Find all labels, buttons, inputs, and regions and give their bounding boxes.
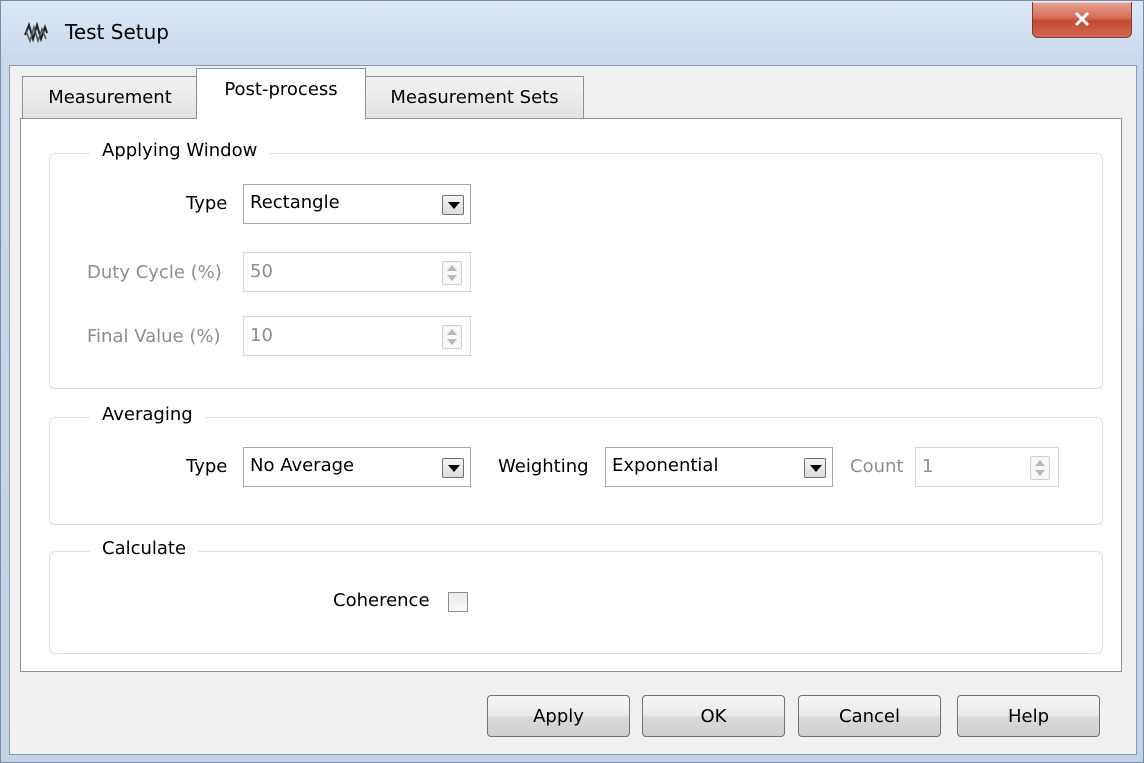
final-value-spinner[interactable]: 10 — [243, 316, 471, 356]
button-label: OK — [700, 705, 727, 727]
spinner-value: 10 — [250, 325, 273, 346]
chevron-down-icon[interactable] — [442, 195, 464, 215]
tab-measurement[interactable]: Measurement — [22, 76, 198, 118]
tab-post-process[interactable]: Post-process — [196, 68, 366, 119]
weighting-select[interactable]: Exponential — [605, 447, 833, 487]
button-label: Help — [1007, 705, 1050, 727]
group-title: Applying Window — [90, 140, 270, 161]
tab-measurement-sets[interactable]: Measurement Sets — [365, 76, 584, 118]
spinner-value: 50 — [250, 261, 273, 282]
select-value: Exponential — [612, 455, 719, 476]
spinner-arrows-icon[interactable] — [442, 261, 462, 285]
signal-waves-icon — [23, 21, 49, 45]
averaging-type-label: Type — [186, 456, 228, 477]
window-title: Test Setup — [65, 20, 169, 44]
weighting-label: Weighting — [498, 456, 589, 477]
averaging-type-select[interactable]: No Average — [243, 447, 471, 487]
group-title: Calculate — [90, 538, 199, 559]
duty-cycle-spinner[interactable]: 50 — [243, 252, 471, 292]
chevron-down-icon[interactable] — [442, 458, 464, 478]
tab-label: Post-process — [224, 79, 338, 100]
spinner-value: 1 — [922, 456, 934, 477]
count-spinner[interactable]: 1 — [915, 447, 1059, 487]
title-bar[interactable]: Test Setup — [1, 1, 1143, 65]
select-value: No Average — [250, 455, 355, 476]
apply-button[interactable]: Apply — [487, 695, 630, 737]
cancel-button[interactable]: Cancel — [798, 695, 941, 737]
group-title: Averaging — [90, 404, 205, 425]
final-value-label: Final Value (%) — [87, 326, 221, 347]
tab-label: Measurement — [48, 87, 172, 108]
ok-button[interactable]: OK — [642, 695, 785, 737]
window-type-label: Type — [186, 193, 228, 214]
select-value: Rectangle — [250, 192, 340, 213]
chevron-down-icon[interactable] — [804, 458, 826, 478]
dialog-client: Measurement Post-process Measurement Set… — [9, 65, 1137, 755]
post-process-panel: Applying Window Type Rectangle Duty Cycl… — [20, 118, 1122, 672]
spinner-arrows-icon[interactable] — [1030, 456, 1050, 480]
tab-label: Measurement Sets — [390, 87, 559, 108]
duty-cycle-label: Duty Cycle (%) — [87, 262, 222, 283]
spinner-arrows-icon[interactable] — [442, 325, 462, 349]
applying-window-group: Applying Window Type Rectangle Duty Cycl… — [49, 140, 1103, 389]
window-type-select[interactable]: Rectangle — [243, 184, 471, 224]
calculate-group: Calculate Coherence — [49, 538, 1103, 654]
button-label: Cancel — [839, 705, 900, 727]
close-button[interactable] — [1032, 2, 1132, 38]
coherence-label: Coherence — [333, 590, 430, 611]
count-label: Count — [850, 456, 904, 477]
help-button[interactable]: Help — [957, 695, 1100, 737]
tab-strip: Measurement Post-process Measurement Set… — [10, 66, 1136, 119]
coherence-checkbox[interactable] — [448, 592, 468, 612]
averaging-group: Averaging Type No Average Weighting Expo… — [49, 404, 1103, 525]
button-label: Apply — [533, 705, 584, 727]
dialog-window: Test Setup Measurement Post-process Meas… — [0, 0, 1144, 763]
